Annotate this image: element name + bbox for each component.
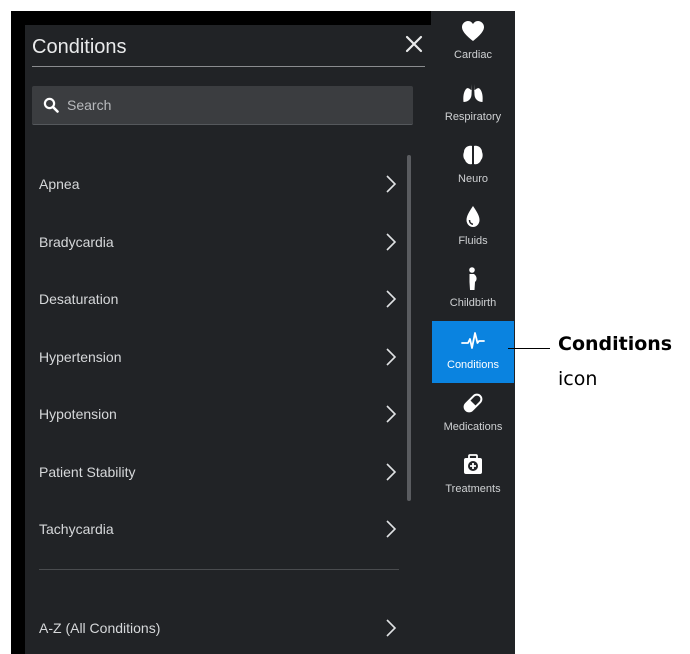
sidebar-item-label: Respiratory — [444, 111, 502, 123]
list-item-apnea[interactable]: Apnea — [39, 160, 399, 210]
chevron-right-icon — [386, 175, 397, 193]
list-item-label: A-Z (All Conditions) — [39, 620, 161, 636]
lungs-icon — [463, 84, 483, 102]
droplet-icon — [466, 206, 480, 227]
brain-icon — [463, 145, 483, 165]
medical-kit-icon — [464, 454, 482, 474]
search-input[interactable] — [67, 86, 397, 124]
sidebar-item-cardiac[interactable]: Cardiac — [432, 11, 514, 73]
list-item-all-conditions[interactable]: A-Z (All Conditions) — [39, 604, 399, 654]
scrollbar[interactable] — [407, 155, 411, 501]
sidebar-item-label: Neuro — [458, 173, 488, 185]
sidebar-item-childbirth[interactable]: Childbirth — [432, 259, 514, 321]
list-item-label: Patient Stability — [39, 464, 136, 480]
list-item-tachycardia[interactable]: Tachycardia — [39, 505, 399, 555]
panel-header: Conditions — [32, 25, 425, 67]
callout-title: Conditions — [558, 333, 673, 355]
sidebar-item-label: Treatments — [445, 483, 501, 495]
sidebar-item-label: Fluids — [458, 235, 488, 247]
close-button[interactable] — [403, 33, 425, 55]
sidebar-item-label: Conditions — [447, 359, 499, 371]
chevron-right-icon — [386, 348, 397, 366]
sidebar-item-treatments[interactable]: Treatments — [432, 445, 514, 507]
callout-leader-line — [508, 348, 550, 349]
list-item-label: Bradycardia — [39, 234, 114, 250]
callout-subtitle: icon — [558, 368, 598, 390]
sidebar-item-respiratory[interactable]: Respiratory — [432, 73, 514, 135]
sidebar-item-label: Cardiac — [454, 49, 492, 61]
chevron-right-icon — [386, 290, 397, 308]
chevron-right-icon — [386, 619, 397, 637]
list-item-bradycardia[interactable]: Bradycardia — [39, 218, 399, 268]
chevron-right-icon — [386, 233, 397, 251]
list-divider — [39, 569, 399, 570]
sidebar-item-medications[interactable]: Medications — [432, 383, 514, 445]
conditions-panel: Conditions Apnea Bradycardia Desaturatio… — [25, 25, 433, 654]
list-item-desaturation[interactable]: Desaturation — [39, 275, 399, 325]
heart-icon — [462, 21, 484, 41]
list-item-label: Tachycardia — [39, 521, 114, 537]
pregnant-person-icon — [469, 267, 477, 290]
list-item-label: Desaturation — [39, 291, 119, 307]
chevron-right-icon — [386, 405, 397, 423]
chevron-right-icon — [386, 463, 397, 481]
page-title: Conditions — [32, 36, 127, 58]
sidebar-item-neuro[interactable]: Neuro — [432, 135, 514, 197]
heartbeat-pulse-icon — [461, 332, 485, 349]
search-icon — [43, 97, 59, 113]
sidebar-item-conditions[interactable]: Conditions — [432, 321, 514, 383]
chevron-right-icon — [386, 520, 397, 538]
sidebar-item-fluids[interactable]: Fluids — [432, 197, 514, 259]
app-frame: Conditions Apnea Bradycardia Desaturatio… — [11, 11, 515, 654]
category-sidebar: Cardiac Respiratory Neuro Fluids Childbi… — [431, 11, 515, 654]
list-item-hypertension[interactable]: Hypertension — [39, 333, 399, 383]
search-box[interactable] — [32, 86, 413, 125]
sidebar-item-label: Childbirth — [449, 297, 497, 309]
list-item-label: Hypertension — [39, 349, 122, 365]
close-icon — [405, 35, 423, 53]
list-item-label: Apnea — [39, 176, 80, 192]
list-item-hypotension[interactable]: Hypotension — [39, 390, 399, 440]
list-item-patient-stability[interactable]: Patient Stability — [39, 448, 399, 498]
pill-icon — [463, 393, 483, 413]
sidebar-item-label: Medications — [443, 421, 503, 433]
list-item-label: Hypotension — [39, 406, 117, 422]
